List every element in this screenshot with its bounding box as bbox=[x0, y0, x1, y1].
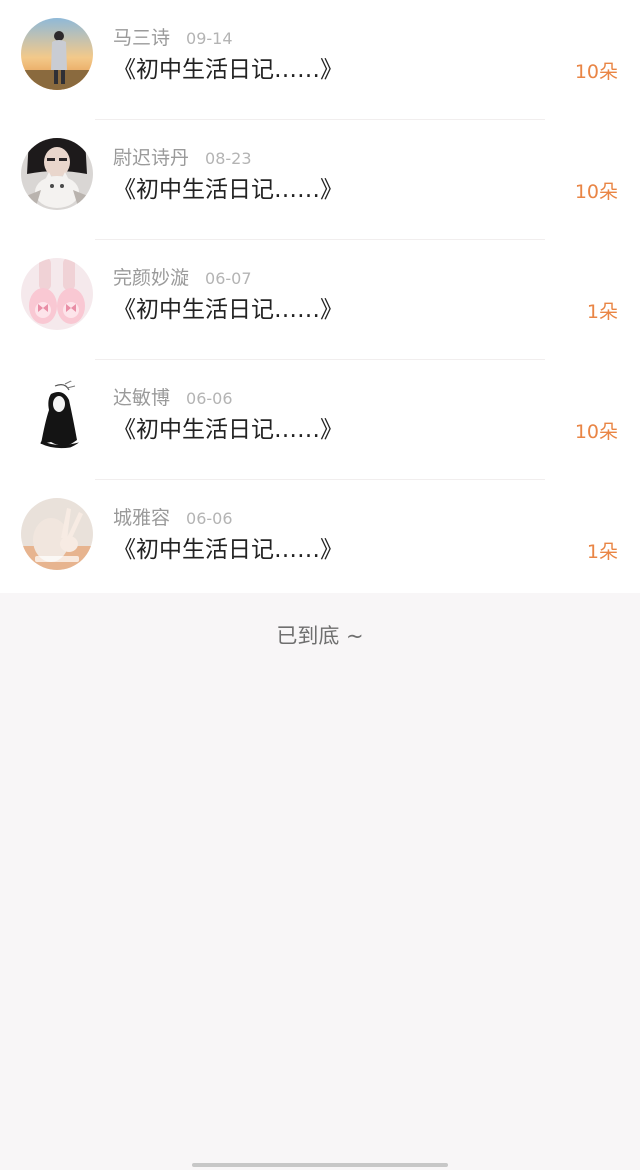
post-date: 09-14 bbox=[186, 29, 233, 48]
post-date: 06-06 bbox=[186, 509, 233, 528]
user-name[interactable]: 完颜妙漩 bbox=[113, 267, 189, 289]
avatar[interactable] bbox=[21, 18, 93, 90]
user-name[interactable]: 尉迟诗丹 bbox=[113, 147, 189, 169]
pink-slippers-avatar-icon bbox=[21, 258, 93, 330]
diary-title[interactable]: 《初中生活日记……》 bbox=[113, 295, 343, 325]
gift-record-list: 马三诗09-14 《初中生活日记……》 10朵 尉迟诗丹08-23 《初中生 bbox=[0, 0, 640, 593]
flower-count: 10朵 bbox=[574, 61, 618, 83]
user-info: 城雅容 06-06 bbox=[113, 505, 233, 531]
end-of-list-text: 已到底 ~ bbox=[276, 624, 364, 648]
flower-count: 10朵 bbox=[574, 181, 618, 203]
avatar[interactable] bbox=[21, 258, 93, 330]
diary-title[interactable]: 《初中生活日记……》 bbox=[113, 415, 343, 445]
user-name[interactable]: 马三诗 bbox=[113, 27, 170, 49]
post-date: 06-07 bbox=[205, 269, 252, 288]
flower-count: 1朵 bbox=[586, 541, 618, 563]
diary-title[interactable]: 《初中生活日记……》 bbox=[113, 175, 343, 205]
user-info: 尉迟诗丹 08-23 bbox=[113, 145, 252, 171]
girl-with-cat-avatar-icon bbox=[21, 138, 93, 210]
user-info: 达敏博 06-06 bbox=[113, 385, 233, 411]
avatar[interactable] bbox=[21, 378, 93, 450]
diary-title[interactable]: 《初中生活日记……》 bbox=[113, 55, 343, 85]
list-item[interactable]: 尉迟诗丹 08-23 《初中生活日记……》 10朵 bbox=[0, 120, 640, 240]
sketch-girl-avatar-icon bbox=[21, 378, 93, 450]
user-info: 完颜妙漩 06-07 bbox=[113, 265, 252, 291]
flower-count: 10朵 bbox=[574, 421, 618, 443]
user-name[interactable]: 城雅容 bbox=[113, 507, 170, 529]
avatar[interactable] bbox=[21, 498, 93, 570]
diary-title[interactable]: 《初中生活日记……》 bbox=[113, 535, 343, 565]
avatar[interactable] bbox=[21, 138, 93, 210]
home-indicator[interactable] bbox=[192, 1163, 448, 1167]
list-item[interactable]: 达敏博 06-06 《初中生活日记……》 10朵 bbox=[0, 360, 640, 480]
post-date: 06-06 bbox=[186, 389, 233, 408]
list-item[interactable]: 马三诗 09-14 《初中生活日记……》 10朵 bbox=[0, 0, 640, 120]
peace-sign-avatar-icon bbox=[21, 498, 93, 570]
flower-count: 1朵 bbox=[586, 301, 618, 323]
list-item[interactable]: 城雅容 06-06 《初中生活日记……》 1朵 bbox=[0, 480, 640, 600]
sunset-girl-avatar-icon bbox=[21, 18, 93, 90]
list-item[interactable]: 完颜妙漩 06-07 《初中生活日记……》 1朵 bbox=[0, 240, 640, 360]
user-info: 马三诗 09-14 bbox=[113, 25, 233, 51]
post-date: 08-23 bbox=[205, 149, 252, 168]
user-name[interactable]: 达敏博 bbox=[113, 387, 170, 409]
